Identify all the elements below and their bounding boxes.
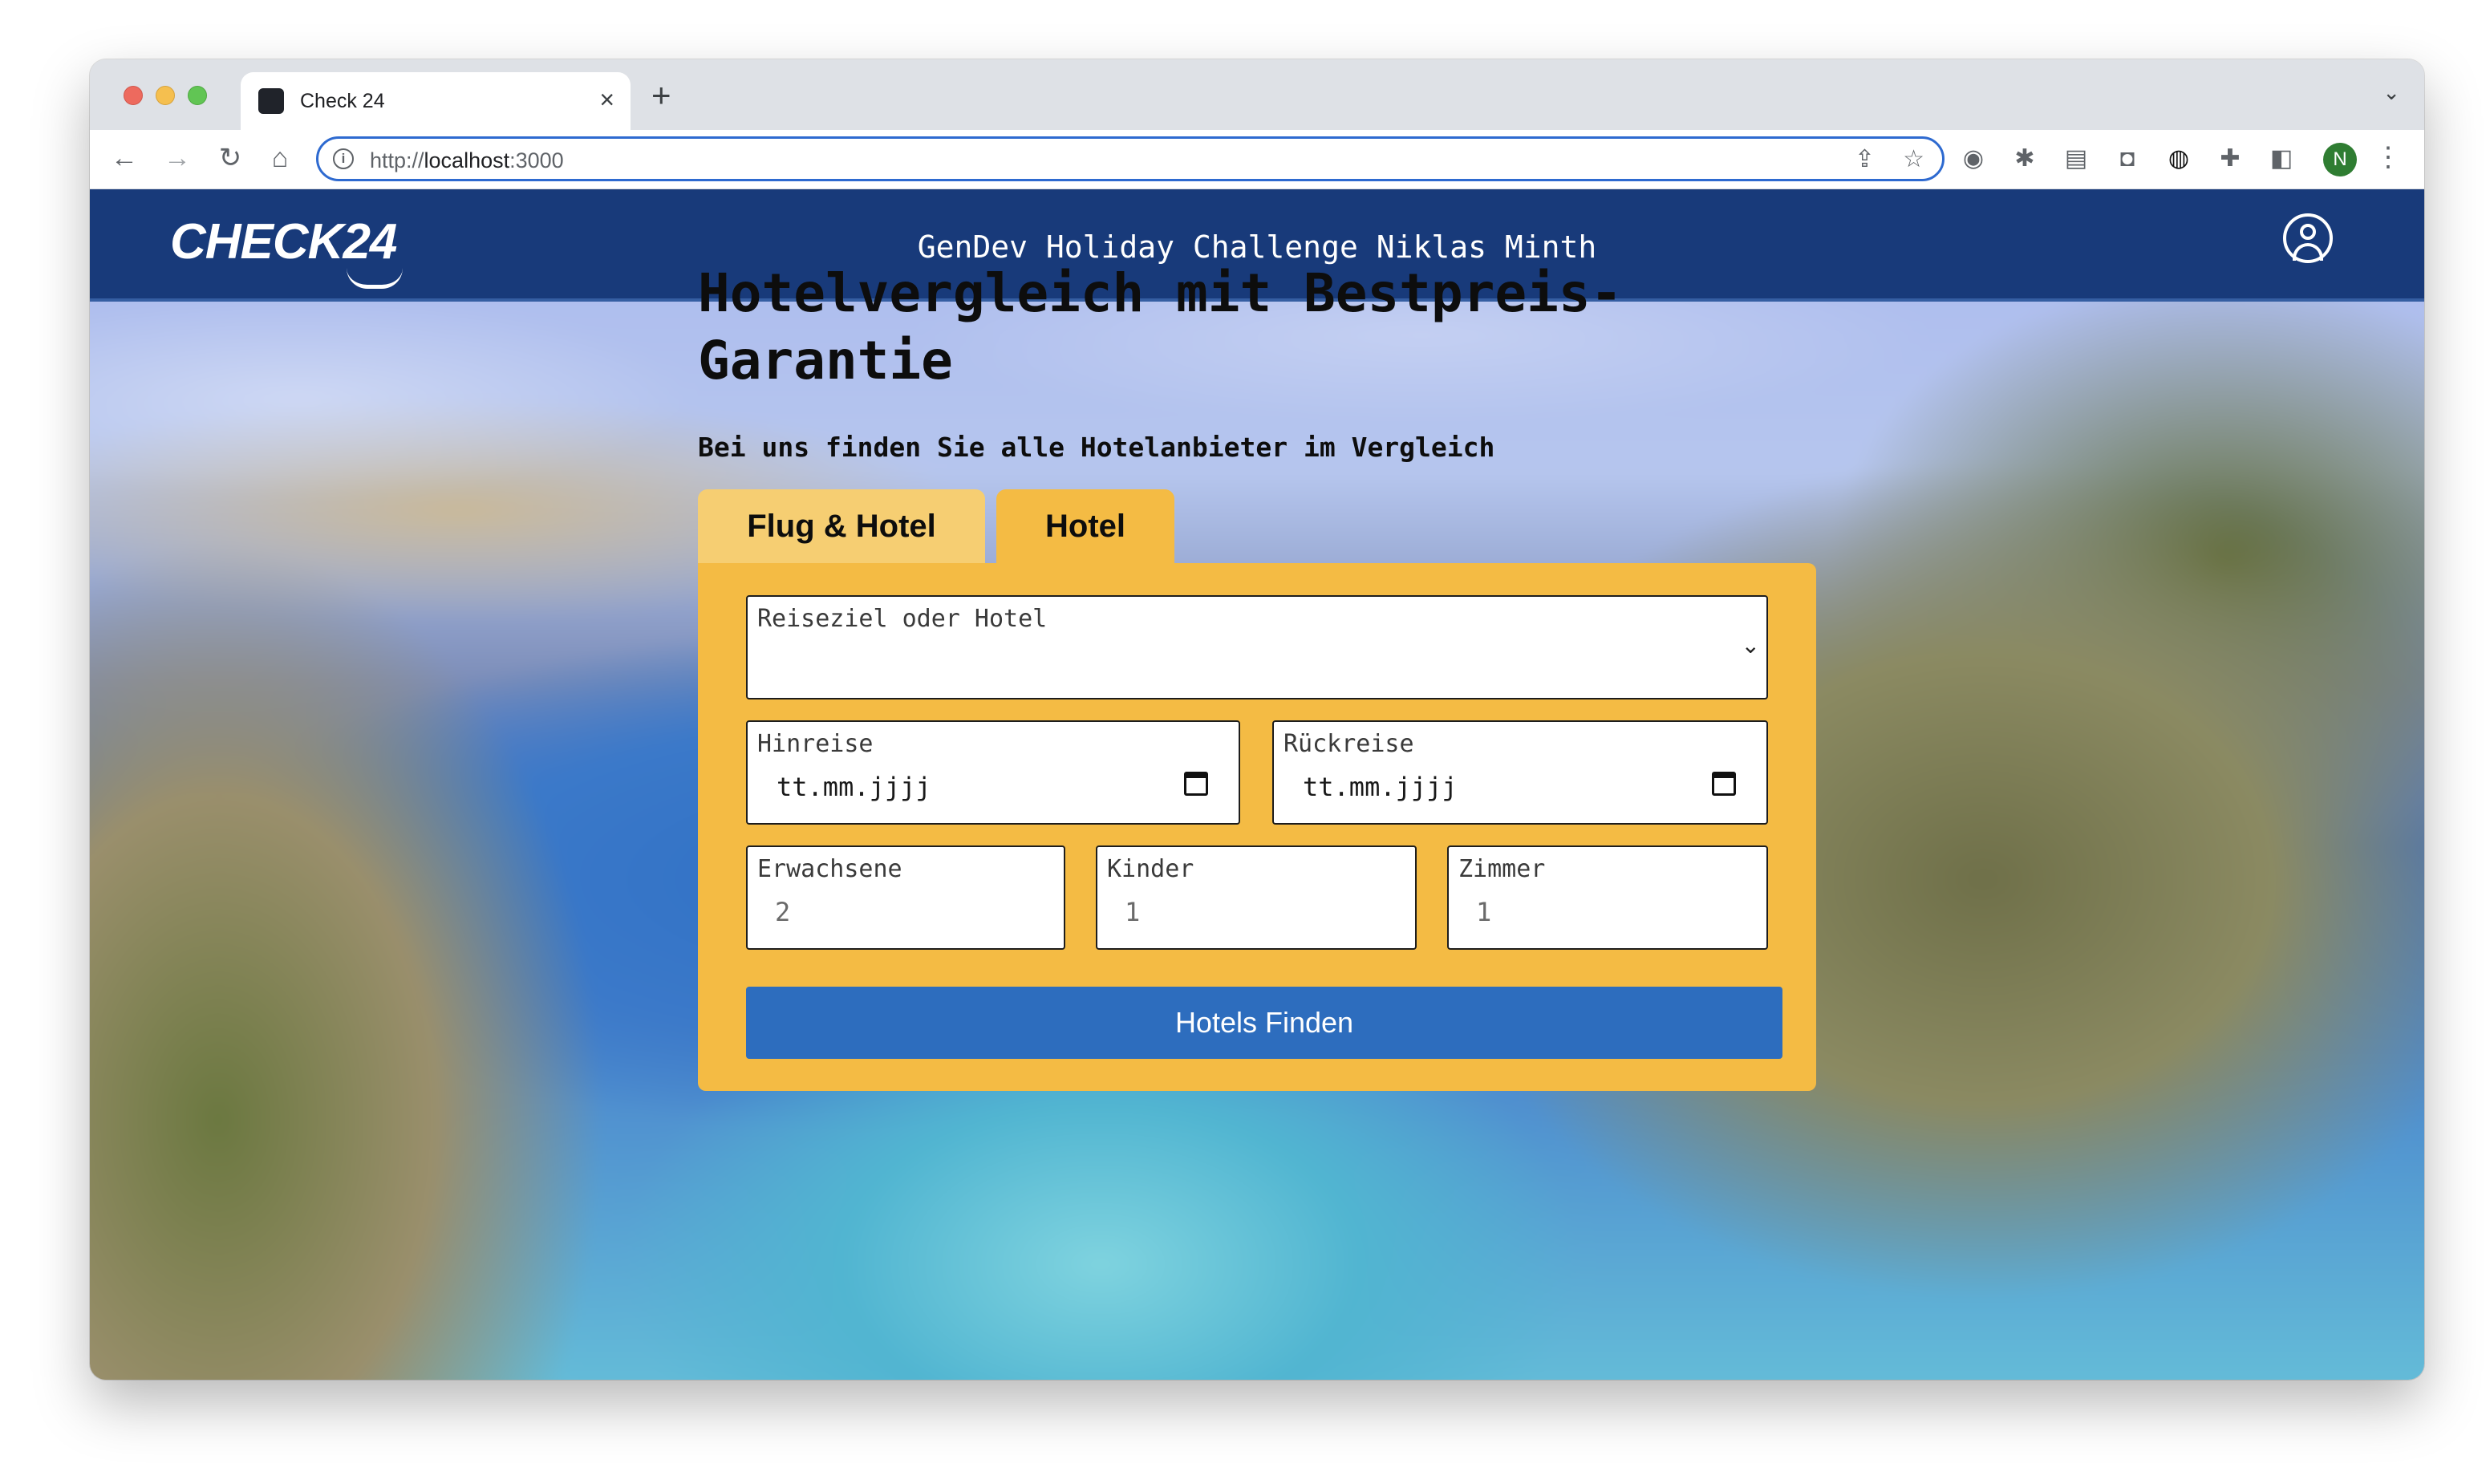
tab-close-icon[interactable]: ×: [599, 85, 614, 114]
camera-extension-icon[interactable]: ◘: [2113, 144, 2142, 173]
browser-toolbar: ← → ↻ ⌂ i http://localhost:3000 ⇪ ☆ ◉ ✱ …: [90, 130, 2424, 189]
return-value[interactable]: tt.mm.jjjj: [1303, 772, 1458, 802]
maximize-window-button[interactable]: [188, 86, 207, 105]
children-value[interactable]: 1: [1125, 897, 1140, 927]
departure-date-field[interactable]: Hinreise tt.mm.jjjj: [746, 720, 1240, 825]
web-page: CHECK24 GenDev Holiday Challenge Niklas …: [90, 189, 2424, 1380]
bug-extension-icon[interactable]: ✱: [2010, 144, 2039, 173]
tab-strip: Check 24 × + ⌄: [90, 59, 2424, 130]
return-date-field[interactable]: Rückreise tt.mm.jjjj: [1272, 720, 1768, 825]
side-panel-icon[interactable]: ◧: [2267, 144, 2296, 173]
logo-smile-icon: [347, 268, 403, 289]
password-manager-icon[interactable]: ◉: [1959, 144, 1988, 173]
close-window-button[interactable]: [124, 86, 143, 105]
tab-search-chevron-icon[interactable]: ⌄: [2383, 80, 2400, 105]
bookmark-star-icon[interactable]: ☆: [1903, 145, 1924, 173]
adults-value[interactable]: 2: [775, 897, 790, 927]
destination-select[interactable]: Reiseziel oder Hotel ⌄: [746, 595, 1768, 699]
adults-field[interactable]: Erwachsene 2: [746, 845, 1065, 950]
account-icon[interactable]: [2283, 213, 2333, 263]
rooms-field[interactable]: Zimmer 1: [1447, 845, 1768, 950]
adults-label: Erwachsene: [757, 855, 902, 883]
reload-icon[interactable]: ↻: [212, 140, 249, 176]
react-favicon-icon: [258, 88, 284, 114]
browser-menu-icon[interactable]: ⋮: [2374, 141, 2402, 173]
destination-label: Reiseziel oder Hotel: [757, 605, 1048, 633]
departure-label: Hinreise: [757, 730, 874, 758]
rooms-value[interactable]: 1: [1476, 897, 1491, 927]
page-subtitle: Bei uns finden Sie alle Hotelanbieter im…: [698, 432, 1495, 463]
calendar-icon[interactable]: [1712, 772, 1736, 796]
page-title: Hotelvergleich mit Bestpreis-Garantie: [698, 262, 1623, 391]
site-info-icon[interactable]: i: [333, 148, 354, 169]
chevron-down-icon: ⌄: [1741, 633, 1760, 658]
extensions-puzzle-icon[interactable]: ✚: [2216, 144, 2245, 173]
back-icon[interactable]: ←: [106, 140, 143, 176]
hotel-search-form: Reiseziel oder Hotel ⌄ Hinreise tt.mm.jj…: [698, 563, 1816, 1091]
rooms-label: Zimmer: [1458, 855, 1546, 883]
home-icon[interactable]: ⌂: [262, 140, 298, 176]
return-label: Rückreise: [1284, 730, 1414, 758]
children-field[interactable]: Kinder 1: [1096, 845, 1417, 950]
circle-extension-icon[interactable]: ◍: [2164, 144, 2193, 173]
browser-tab[interactable]: Check 24 ×: [241, 72, 631, 130]
find-hotels-button[interactable]: Hotels Finden: [746, 987, 1782, 1059]
document-extension-icon[interactable]: ▤: [2062, 144, 2091, 173]
browser-window: Check 24 × + ⌄ ← → ↻ ⌂ i http://localhos…: [90, 59, 2424, 1380]
minimize-window-button[interactable]: [156, 86, 175, 105]
forward-icon[interactable]: →: [159, 140, 196, 176]
children-label: Kinder: [1107, 855, 1194, 883]
address-bar[interactable]: i http://localhost:3000 ⇪ ☆: [316, 136, 1945, 181]
tab-flight-hotel[interactable]: Flug & Hotel: [698, 489, 985, 566]
departure-value[interactable]: tt.mm.jjjj: [777, 772, 931, 802]
new-tab-button[interactable]: +: [651, 79, 671, 112]
tab-title: Check 24: [300, 90, 385, 112]
share-icon[interactable]: ⇪: [1855, 145, 1875, 173]
url-text[interactable]: http://localhost:3000: [370, 148, 564, 173]
tab-hotel[interactable]: Hotel: [996, 489, 1174, 566]
profile-avatar[interactable]: N: [2323, 143, 2357, 176]
calendar-icon[interactable]: [1184, 772, 1208, 796]
